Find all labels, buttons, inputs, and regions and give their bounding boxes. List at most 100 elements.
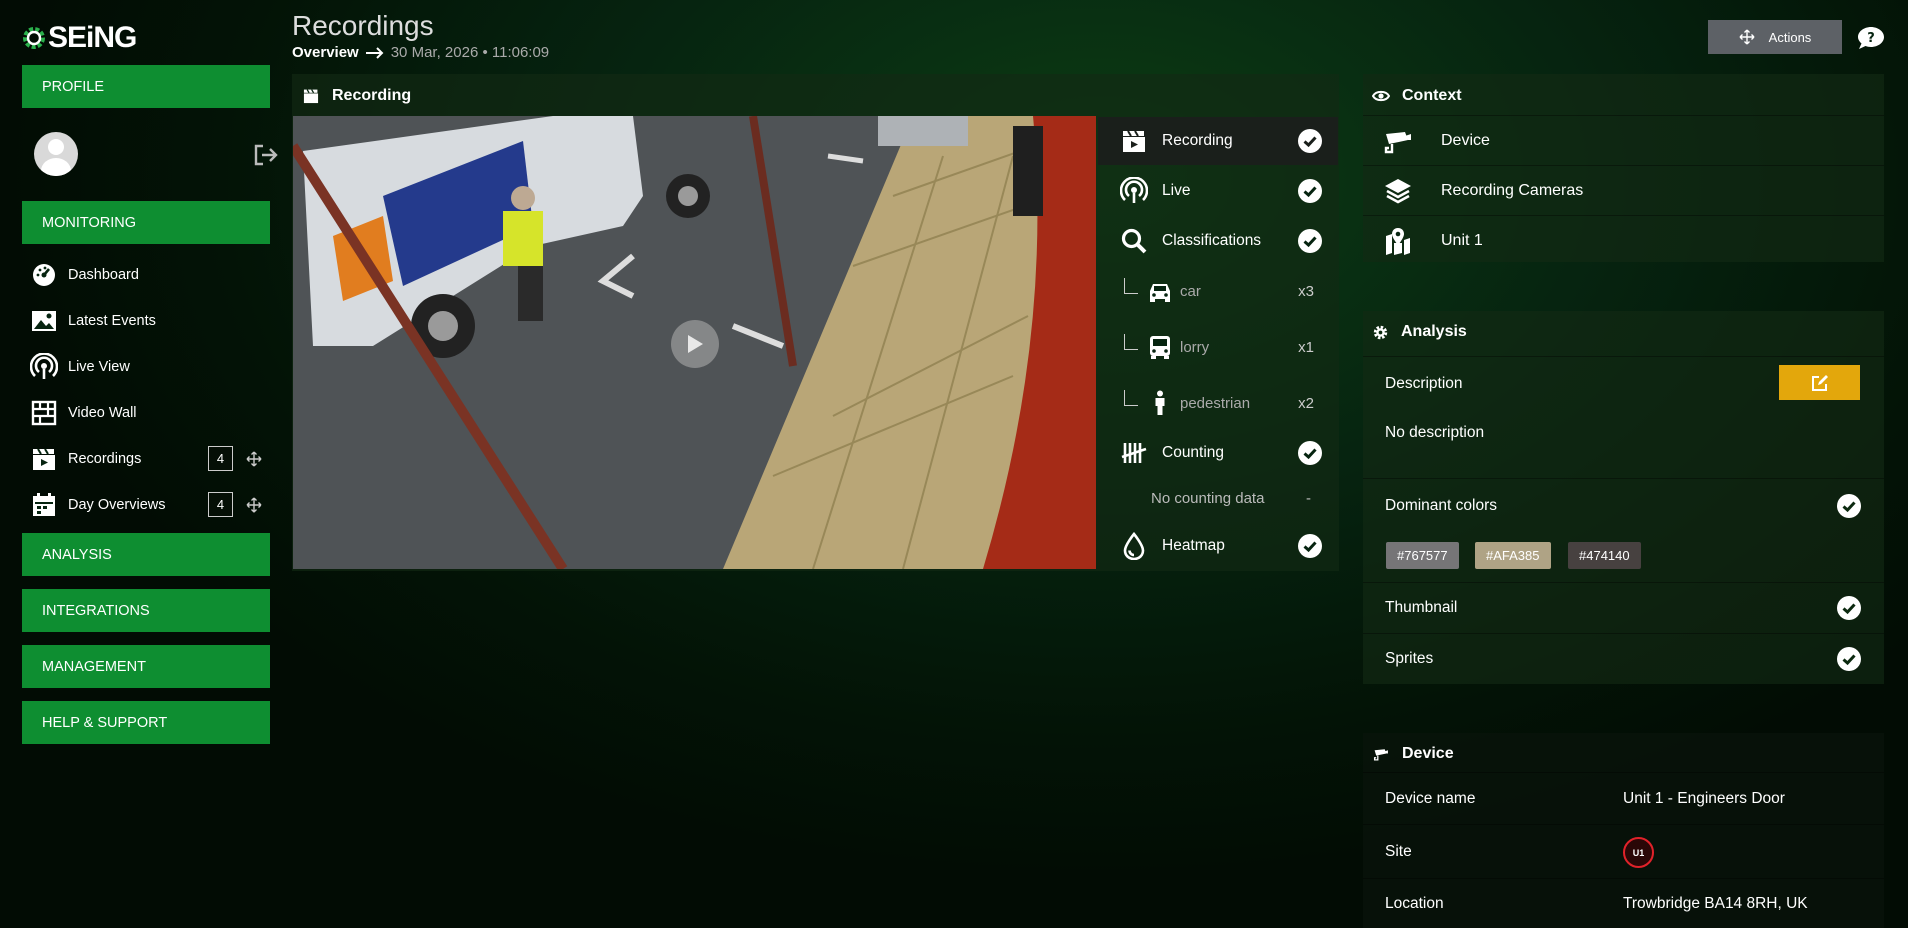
feature-counting[interactable]: Counting	[1098, 429, 1338, 477]
context-row-recording-cameras[interactable]: Recording Cameras	[1363, 165, 1884, 215]
gear-logo-icon	[23, 27, 45, 49]
context-label: Unit 1	[1441, 231, 1483, 249]
clapperboard-icon	[33, 448, 55, 470]
thumbnail-label: Thumbnail	[1385, 599, 1458, 616]
nav-profile[interactable]: PROFILE	[22, 65, 270, 108]
context-label: Recording Cameras	[1441, 181, 1584, 199]
context-row-unit[interactable]: Unit 1	[1363, 215, 1884, 265]
color-chip: #AFA385	[1475, 542, 1551, 569]
nav-help-support[interactable]: HELP & SUPPORT	[22, 701, 270, 744]
logout-icon[interactable]	[252, 143, 280, 167]
clapperboard-icon	[303, 89, 319, 104]
counting-empty-text: No counting data	[1151, 490, 1265, 507]
avatar[interactable]	[34, 132, 78, 176]
sprites-row: Sprites	[1363, 633, 1884, 684]
feature-classifications[interactable]: Classifications	[1098, 217, 1338, 265]
thumbnail-row: Thumbnail	[1363, 582, 1884, 633]
color-chip: #767577	[1386, 542, 1459, 569]
gear-icon	[1373, 325, 1388, 339]
feature-label: Live	[1162, 182, 1191, 199]
classification-label: pedestrian	[1180, 394, 1251, 412]
site-badge[interactable]: U1	[1623, 837, 1654, 868]
move-icon[interactable]	[246, 451, 262, 467]
tree-connector	[1124, 278, 1138, 294]
classification-car[interactable]: car x3	[1124, 267, 1314, 315]
nav-analysis[interactable]: ANALYSIS	[22, 533, 270, 576]
context-row-device[interactable]: Device	[1363, 115, 1884, 165]
dashboard-icon	[33, 264, 55, 286]
move-icon[interactable]	[246, 497, 262, 513]
car-icon	[1150, 284, 1170, 302]
arrow-right-icon	[365, 46, 384, 59]
sidebar-item-label: Recordings	[68, 451, 142, 467]
dominant-colors-label: Dominant colors	[1385, 496, 1497, 514]
tally-icon	[1121, 443, 1147, 463]
day-overviews-count-badge: 4	[208, 492, 233, 517]
edit-description-button[interactable]	[1779, 365, 1860, 400]
device-name-row: Device name Unit 1 - Engineers Door	[1363, 772, 1884, 824]
check-badge-icon	[1837, 647, 1861, 671]
device-panel-title: Device	[1402, 745, 1454, 762]
check-badge-icon	[1837, 493, 1861, 518]
feature-label: Heatmap	[1162, 537, 1225, 554]
classification-count: x3	[1298, 282, 1314, 300]
check-badge-icon	[1837, 596, 1861, 620]
location-value: Trowbridge BA14 8RH, UK	[1623, 894, 1808, 912]
sidebar-item-label: Day Overviews	[68, 497, 166, 513]
sidebar-item-dashboard[interactable]: Dashboard	[30, 260, 262, 290]
breadcrumb: Overview 30 Mar, 2026 • 11:06:09	[292, 44, 549, 61]
actions-label: Actions	[1768, 29, 1812, 45]
classification-pedestrian[interactable]: pedestrian x2	[1124, 379, 1314, 427]
location-row: Location Trowbridge BA14 8RH, UK	[1363, 878, 1884, 928]
classification-lorry[interactable]: lorry x1	[1124, 323, 1314, 371]
device-name-value[interactable]: Unit 1 - Engineers Door	[1623, 790, 1785, 808]
check-badge-icon	[1298, 179, 1322, 203]
nav-integrations[interactable]: INTEGRATIONS	[22, 589, 270, 632]
lorry-icon	[1150, 336, 1170, 359]
play-button[interactable]	[671, 320, 719, 368]
dominant-colors-row: Dominant colors	[1363, 478, 1884, 532]
calendar-icon	[33, 493, 55, 516]
feature-recording[interactable]: Recording	[1098, 117, 1338, 165]
live-icon	[30, 353, 58, 379]
nav-management[interactable]: MANAGEMENT	[22, 645, 270, 688]
analysis-panel-title: Analysis	[1401, 323, 1467, 340]
feature-label: Classifications	[1162, 232, 1262, 249]
move-icon	[1739, 29, 1755, 45]
counting-empty-row: No counting data -	[1151, 490, 1311, 507]
check-badge-icon	[1298, 534, 1322, 558]
sidebar-item-live-view[interactable]: Live View	[30, 352, 262, 382]
sidebar-item-label: Dashboard	[68, 267, 139, 283]
check-badge-icon	[1298, 229, 1322, 253]
description-value-row: No description	[1363, 410, 1884, 478]
sidebar-item-video-wall[interactable]: Video Wall	[30, 398, 262, 428]
page-title: Recordings	[292, 10, 434, 41]
camera-icon	[1373, 749, 1388, 761]
tree-connector	[1124, 390, 1138, 406]
sidebar-item-label: Video Wall	[68, 405, 137, 421]
feature-live[interactable]: Live	[1098, 167, 1338, 215]
map-marker-icon	[1386, 227, 1410, 255]
device-name-label: Device name	[1385, 789, 1476, 807]
breadcrumb-overview[interactable]: Overview	[292, 44, 359, 61]
eye-icon	[1372, 90, 1390, 102]
feature-label: Recording	[1162, 132, 1233, 149]
nav-monitoring[interactable]: MONITORING	[22, 201, 270, 244]
brand-logo[interactable]: SEiNG	[22, 22, 137, 54]
breadcrumb-date: 30 Mar, 2026 • 11:06:09	[390, 44, 550, 61]
check-badge-icon	[1298, 441, 1322, 465]
sidebar-item-latest-events[interactable]: Latest Events	[30, 306, 262, 336]
edit-icon	[1811, 374, 1828, 391]
actions-button[interactable]: Actions	[1708, 20, 1842, 54]
help-icon[interactable]: ?	[1857, 26, 1885, 50]
play-icon	[688, 335, 703, 353]
recording-panel-header: Recording	[302, 84, 411, 108]
classification-count: x1	[1298, 338, 1314, 356]
context-label: Device	[1441, 131, 1490, 149]
layers-icon	[1385, 178, 1411, 203]
classification-label: car	[1180, 282, 1201, 300]
feature-heatmap[interactable]: Heatmap	[1098, 522, 1338, 570]
sidebar-item-label: Latest Events	[68, 313, 156, 329]
context-panel-title: Context	[1402, 87, 1462, 104]
check-badge-icon	[1298, 129, 1322, 153]
